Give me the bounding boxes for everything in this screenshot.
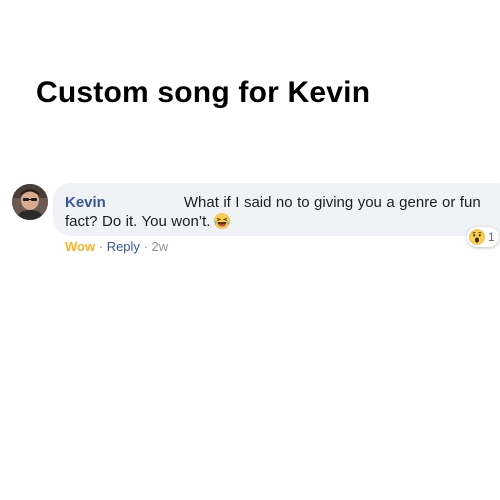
- reply-button[interactable]: Reply: [107, 239, 140, 254]
- separator: ·: [143, 239, 148, 254]
- wow-emoji-icon: [469, 229, 485, 245]
- reaction-count-badge[interactable]: 1: [467, 227, 499, 247]
- comment-timestamp[interactable]: 2w: [152, 239, 169, 254]
- separator: ·: [98, 239, 104, 254]
- avatar[interactable]: [12, 184, 48, 220]
- reaction-count: 1: [488, 230, 495, 244]
- laughing-emoji-icon: [214, 213, 231, 229]
- avatar-photo: [12, 184, 48, 220]
- comment-bubble: Kevin What if I said no to giving you a g…: [53, 183, 500, 236]
- page-title: Custom song for Kevin: [36, 76, 371, 109]
- comment: Kevin What if I said no to giving you a g…: [12, 183, 500, 263]
- comment-body: Kevin What if I said no to giving you a g…: [65, 193, 500, 231]
- comment-actions: Wow · Reply · 2w: [65, 239, 168, 255]
- wow-reaction-button[interactable]: Wow: [65, 239, 95, 254]
- comment-author[interactable]: Kevin: [65, 194, 106, 211]
- comment-text: What if I said no to giving you a genre …: [65, 194, 481, 230]
